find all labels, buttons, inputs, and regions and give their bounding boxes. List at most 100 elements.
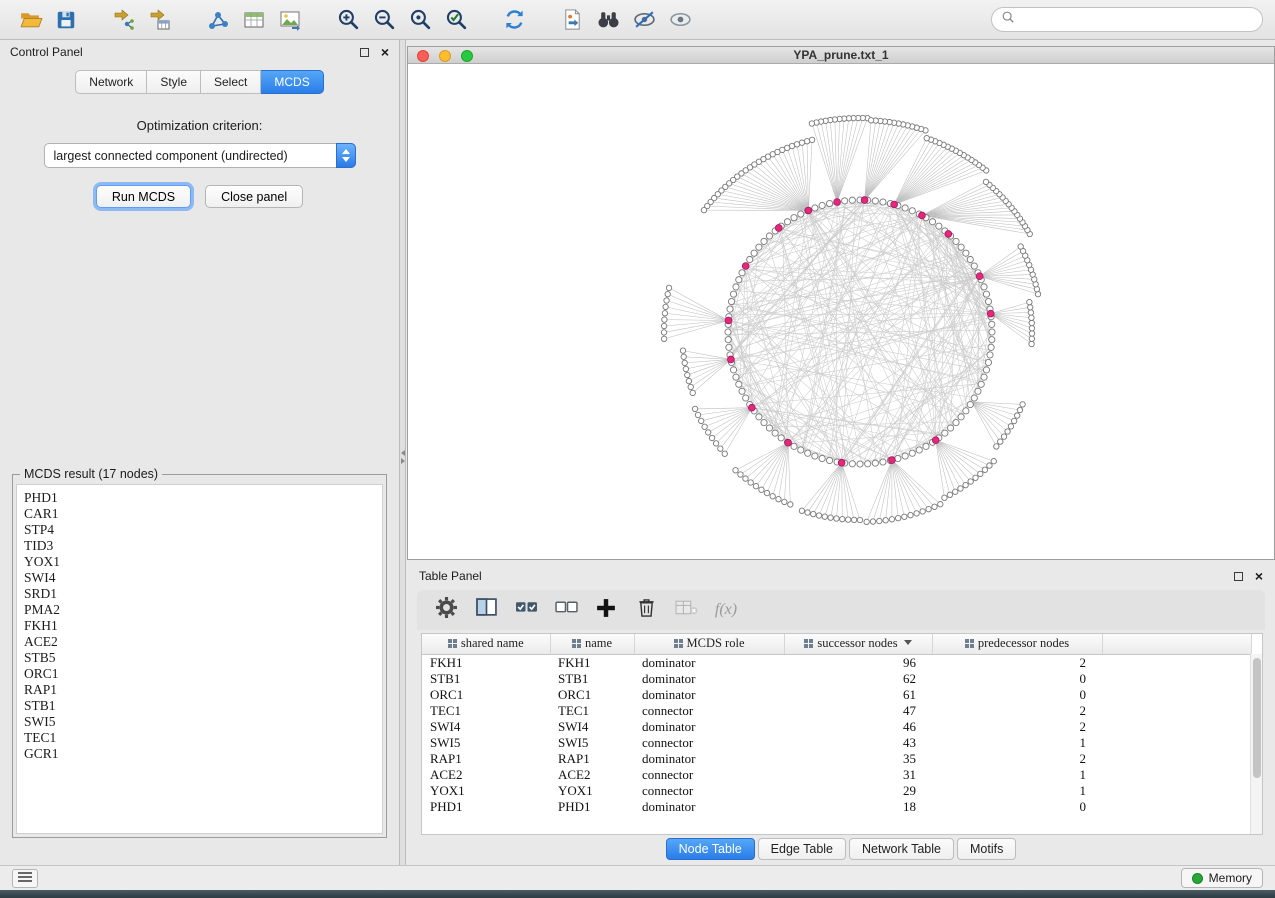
name-cell: FKH1 [550,654,634,671]
zoom-selected-button[interactable] [438,5,474,35]
tab-node-table[interactable]: Node Table [666,838,755,860]
col-name[interactable]: name [550,634,634,654]
mcds-role-cell: dominator [634,751,784,767]
select-all-rows-button[interactable] [511,596,541,624]
close-window-icon[interactable] [417,50,429,62]
toggle-graphics-details-button[interactable] [626,5,662,35]
panel-splitter[interactable] [400,40,406,865]
mcds-result-item[interactable]: FKH1 [24,618,375,634]
maximize-window-icon[interactable] [461,50,473,62]
mcds-result-item[interactable]: ORC1 [24,666,375,682]
column-type-icon [448,637,457,652]
shared-name-cell: ORC1 [422,687,550,703]
open-file-button[interactable] [12,5,48,35]
new-network-button[interactable] [200,5,236,35]
mcds-result-item[interactable]: STB1 [24,698,375,714]
global-search-field[interactable] [991,7,1263,32]
mcds-result-item[interactable]: PHD1 [24,490,375,506]
tab-style[interactable]: Style [147,70,201,94]
mcds-result-box: MCDS result (17 nodes) PHD1CAR1STP4TID3Y… [12,467,387,838]
search-input[interactable] [1021,12,1253,28]
mcds-result-item[interactable]: GCR1 [24,746,375,762]
tab-mcds[interactable]: MCDS [261,70,323,94]
table-scrollbar[interactable] [1250,654,1262,834]
show-hide-button[interactable] [662,5,698,35]
successor-nodes-cell: 35 [784,751,932,767]
task-history-button[interactable] [12,869,38,888]
mcds-result-item[interactable]: PMA2 [24,602,375,618]
import-network-file-button[interactable] [106,5,142,35]
mcds-result-item[interactable]: STP4 [24,522,375,538]
delete-column-button[interactable] [631,596,661,624]
empty-cell [1102,767,1251,783]
col-predecessor-nodes[interactable]: predecessor nodes [932,634,1102,654]
export-image-button[interactable] [272,5,308,35]
name-cell: RAP1 [550,751,634,767]
tab-network[interactable]: Network [75,70,147,94]
zoom-fit-button[interactable] [402,5,438,35]
mcds-result-item[interactable]: SWI4 [24,570,375,586]
table-row[interactable]: ACE2ACE2connector311 [422,767,1251,783]
document-share-icon [561,8,584,31]
splitter-handle-icon[interactable] [400,448,406,470]
close-panel-button[interactable]: Close panel [205,185,303,208]
name-cell: SWI5 [550,735,634,751]
mcds-result-list[interactable]: PHD1CAR1STP4TID3YOX1SWI4SRD1PMA2FKH1ACE2… [16,484,383,834]
table-row[interactable]: TEC1TEC1connector472 [422,703,1251,719]
col-shared-name[interactable]: shared name [422,634,550,654]
col-mcds-role[interactable]: MCDS role [634,634,784,654]
network-graph[interactable] [408,64,1274,559]
table-row[interactable]: PHD1PHD1dominator180 [422,799,1251,815]
export-document-button[interactable] [554,5,590,35]
table-row[interactable]: FKH1FKH1dominator962 [422,654,1251,671]
tab-select[interactable]: Select [201,70,261,94]
mcds-result-item[interactable]: ACE2 [24,634,375,650]
show-columns-button[interactable] [471,596,501,624]
network-canvas[interactable] [408,64,1274,559]
new-table-button[interactable] [236,5,272,35]
tab-motifs[interactable]: Motifs [957,838,1016,860]
mcds-result-item[interactable]: CAR1 [24,506,375,522]
zoom-in-button[interactable] [330,5,366,35]
table-row[interactable]: ORC1ORC1dominator610 [422,687,1251,703]
table-row[interactable]: STB1STB1dominator620 [422,671,1251,687]
mcds-result-item[interactable]: STB5 [24,650,375,666]
mcds-result-item[interactable]: TID3 [24,538,375,554]
function-builder-button[interactable]: f(x) [711,596,741,624]
close-table-panel-icon[interactable]: × [1255,569,1263,583]
close-panel-icon[interactable]: × [381,45,389,59]
save-session-button[interactable] [48,5,84,35]
tab-network-table[interactable]: Network Table [849,838,954,860]
deselect-all-rows-button[interactable] [551,596,581,624]
table-row[interactable]: SWI5SWI5connector431 [422,735,1251,751]
tab-edge-table[interactable]: Edge Table [758,838,846,860]
table-row[interactable]: RAP1RAP1dominator352 [422,751,1251,767]
mcds-result-item[interactable]: SRD1 [24,586,375,602]
import-table-file-button[interactable] [142,5,178,35]
run-mcds-button[interactable]: Run MCDS [96,185,191,208]
refresh-view-button[interactable] [496,5,532,35]
add-column-button[interactable] [591,596,621,624]
mcds-result-item[interactable]: YOX1 [24,554,375,570]
shared-name-cell: YOX1 [422,783,550,799]
float-panel-icon[interactable] [360,48,369,57]
minimize-window-icon[interactable] [439,50,451,62]
table-mode-gear-button[interactable] [431,596,461,624]
mcds-result-item[interactable]: RAP1 [24,682,375,698]
table-row[interactable]: YOX1YOX1connector291 [422,783,1251,799]
empty-cell [1102,703,1251,719]
float-table-panel-icon[interactable] [1234,572,1243,581]
table-scrollbar-thumb[interactable] [1253,658,1261,778]
table-row[interactable]: SWI4SWI4dominator462 [422,719,1251,735]
zoom-out-button[interactable] [366,5,402,35]
empty-cell [1102,654,1251,671]
col-successor-nodes[interactable]: successor nodes [784,634,932,654]
empty-cell [1102,799,1251,815]
successor-nodes-cell: 96 [784,654,932,671]
mcds-result-item[interactable]: SWI5 [24,714,375,730]
shared-name-cell: FKH1 [422,654,550,671]
search-network-button[interactable] [590,5,626,35]
mcds-result-item[interactable]: TEC1 [24,730,375,746]
criterion-dropdown[interactable]: largest connected component (undirected) [44,143,356,168]
memory-button[interactable]: Memory [1181,868,1263,888]
